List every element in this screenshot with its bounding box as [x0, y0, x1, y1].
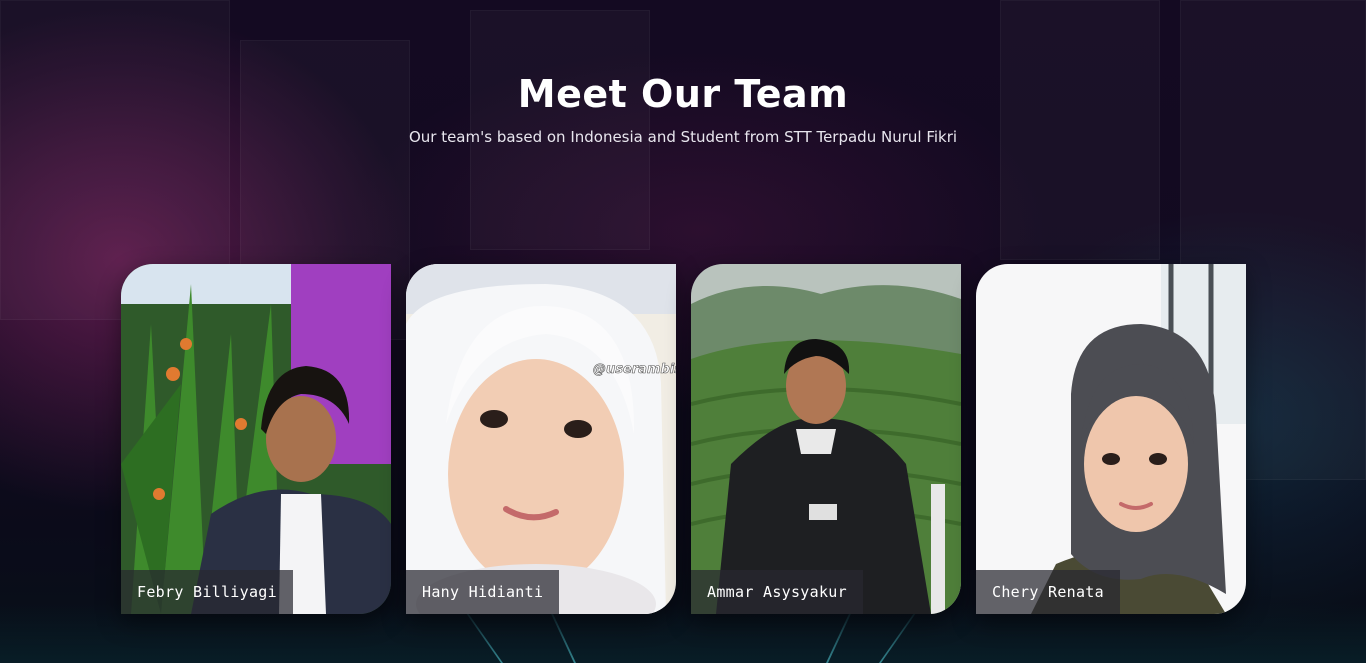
page-title: Meet Our Team	[517, 72, 849, 116]
team-header: Meet Our Team Our team's based on Indone…	[0, 72, 1366, 146]
team-card[interactable]: @userambis Hany Hidianti	[406, 264, 676, 614]
person-photo-icon	[406, 264, 676, 614]
member-name: Febry Billiyagi	[121, 570, 293, 614]
member-name: Hany Hidianti	[406, 570, 560, 614]
person-photo-icon	[691, 264, 961, 614]
team-card[interactable]: Ammar Asysyakur	[691, 264, 961, 614]
team-card-list: Febry Billiyagi @userambis Hany Hidianti	[121, 264, 1246, 614]
team-card[interactable]: Chery Renata	[976, 264, 1246, 614]
person-photo-icon	[121, 264, 391, 614]
page-subtitle: Our team's based on Indonesia and Studen…	[408, 128, 958, 146]
photo-watermark: @userambis	[592, 362, 676, 378]
team-card[interactable]: Febry Billiyagi	[121, 264, 391, 614]
person-photo-icon	[976, 264, 1246, 614]
member-name: Chery Renata	[976, 570, 1120, 614]
member-name: Ammar Asysyakur	[691, 570, 863, 614]
